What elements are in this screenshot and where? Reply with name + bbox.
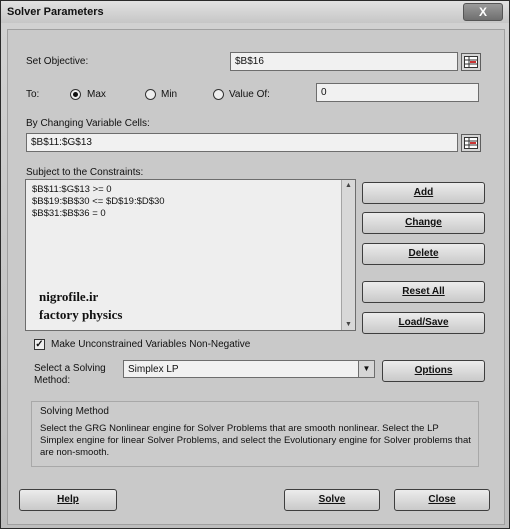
nonnegative-checkbox[interactable]: ✓ bbox=[34, 339, 45, 350]
max-radio[interactable] bbox=[70, 89, 81, 100]
constraints-label: Subject to the Constraints: bbox=[26, 167, 144, 178]
change-button[interactable]: Change bbox=[362, 212, 485, 234]
max-label: Max bbox=[87, 89, 106, 100]
solving-method-select[interactable]: Simplex LP ▼ bbox=[123, 360, 375, 378]
scroll-down-icon[interactable]: ▼ bbox=[345, 321, 352, 328]
window-close-button[interactable]: X bbox=[463, 3, 503, 21]
constraints-scrollbar[interactable]: ▲ ▼ bbox=[341, 180, 355, 330]
changing-cells-input[interactable]: $B$11:$G$13 bbox=[26, 133, 458, 152]
help-button[interactable]: Help bbox=[19, 489, 117, 511]
solve-button[interactable]: Solve bbox=[284, 489, 380, 511]
solving-method-group: Solving Method Select the GRG Nonlinear … bbox=[31, 401, 479, 467]
set-objective-label: Set Objective: bbox=[26, 56, 89, 67]
delete-button[interactable]: Delete bbox=[362, 243, 485, 265]
constraint-item[interactable]: $B$31:$B$36 = 0 bbox=[32, 208, 106, 219]
constraint-item[interactable]: $B$19:$B$30 <= $D$19:$D$30 bbox=[32, 196, 165, 207]
solving-method-title: Solving Method bbox=[40, 406, 109, 417]
to-label: To: bbox=[26, 89, 40, 100]
min-label: Min bbox=[161, 89, 178, 100]
solver-dialog: Solver Parameters X Set Objective: $B$16… bbox=[0, 0, 510, 529]
constraint-item[interactable]: $B$11:$G$13 >= 0 bbox=[32, 184, 112, 195]
watermark-line-1: nigrofile.ir bbox=[39, 289, 99, 304]
chevron-down-icon[interactable]: ▼ bbox=[358, 361, 374, 377]
title-bar: Solver Parameters X bbox=[1, 1, 509, 23]
window-title: Solver Parameters bbox=[7, 6, 104, 18]
changing-range-button[interactable] bbox=[461, 134, 481, 152]
method-label-line-1: Select a Solving bbox=[34, 363, 106, 374]
objective-range-button[interactable] bbox=[461, 53, 481, 71]
range-select-icon bbox=[464, 137, 478, 149]
load-save-button[interactable]: Load/Save bbox=[362, 312, 485, 334]
min-radio[interactable] bbox=[145, 89, 156, 100]
changing-cells-label: By Changing Variable Cells: bbox=[26, 118, 150, 129]
close-button[interactable]: Close bbox=[394, 489, 490, 511]
add-button[interactable]: Add bbox=[362, 182, 485, 204]
range-select-icon bbox=[464, 56, 478, 68]
objective-input[interactable]: $B$16 bbox=[230, 52, 458, 71]
scroll-up-icon[interactable]: ▲ bbox=[345, 182, 352, 189]
method-label-line-2: Method: bbox=[34, 375, 71, 386]
value-of-radio[interactable] bbox=[213, 89, 224, 100]
solving-method-description: Select the GRG Nonlinear engine for Solv… bbox=[40, 423, 471, 458]
options-button[interactable]: Options bbox=[382, 360, 485, 382]
reset-all-button[interactable]: Reset All bbox=[362, 281, 485, 303]
solving-method-value: Simplex LP bbox=[128, 364, 179, 375]
constraints-list[interactable]: $B$11:$G$13 >= 0 $B$19:$B$30 <= $D$19:$D… bbox=[25, 179, 356, 331]
watermark-line-2: factory physics bbox=[39, 307, 123, 322]
value-of-input[interactable]: 0 bbox=[316, 83, 479, 102]
nonnegative-label: Make Unconstrained Variables Non-Negativ… bbox=[51, 339, 251, 350]
value-of-label: Value Of: bbox=[229, 89, 270, 100]
